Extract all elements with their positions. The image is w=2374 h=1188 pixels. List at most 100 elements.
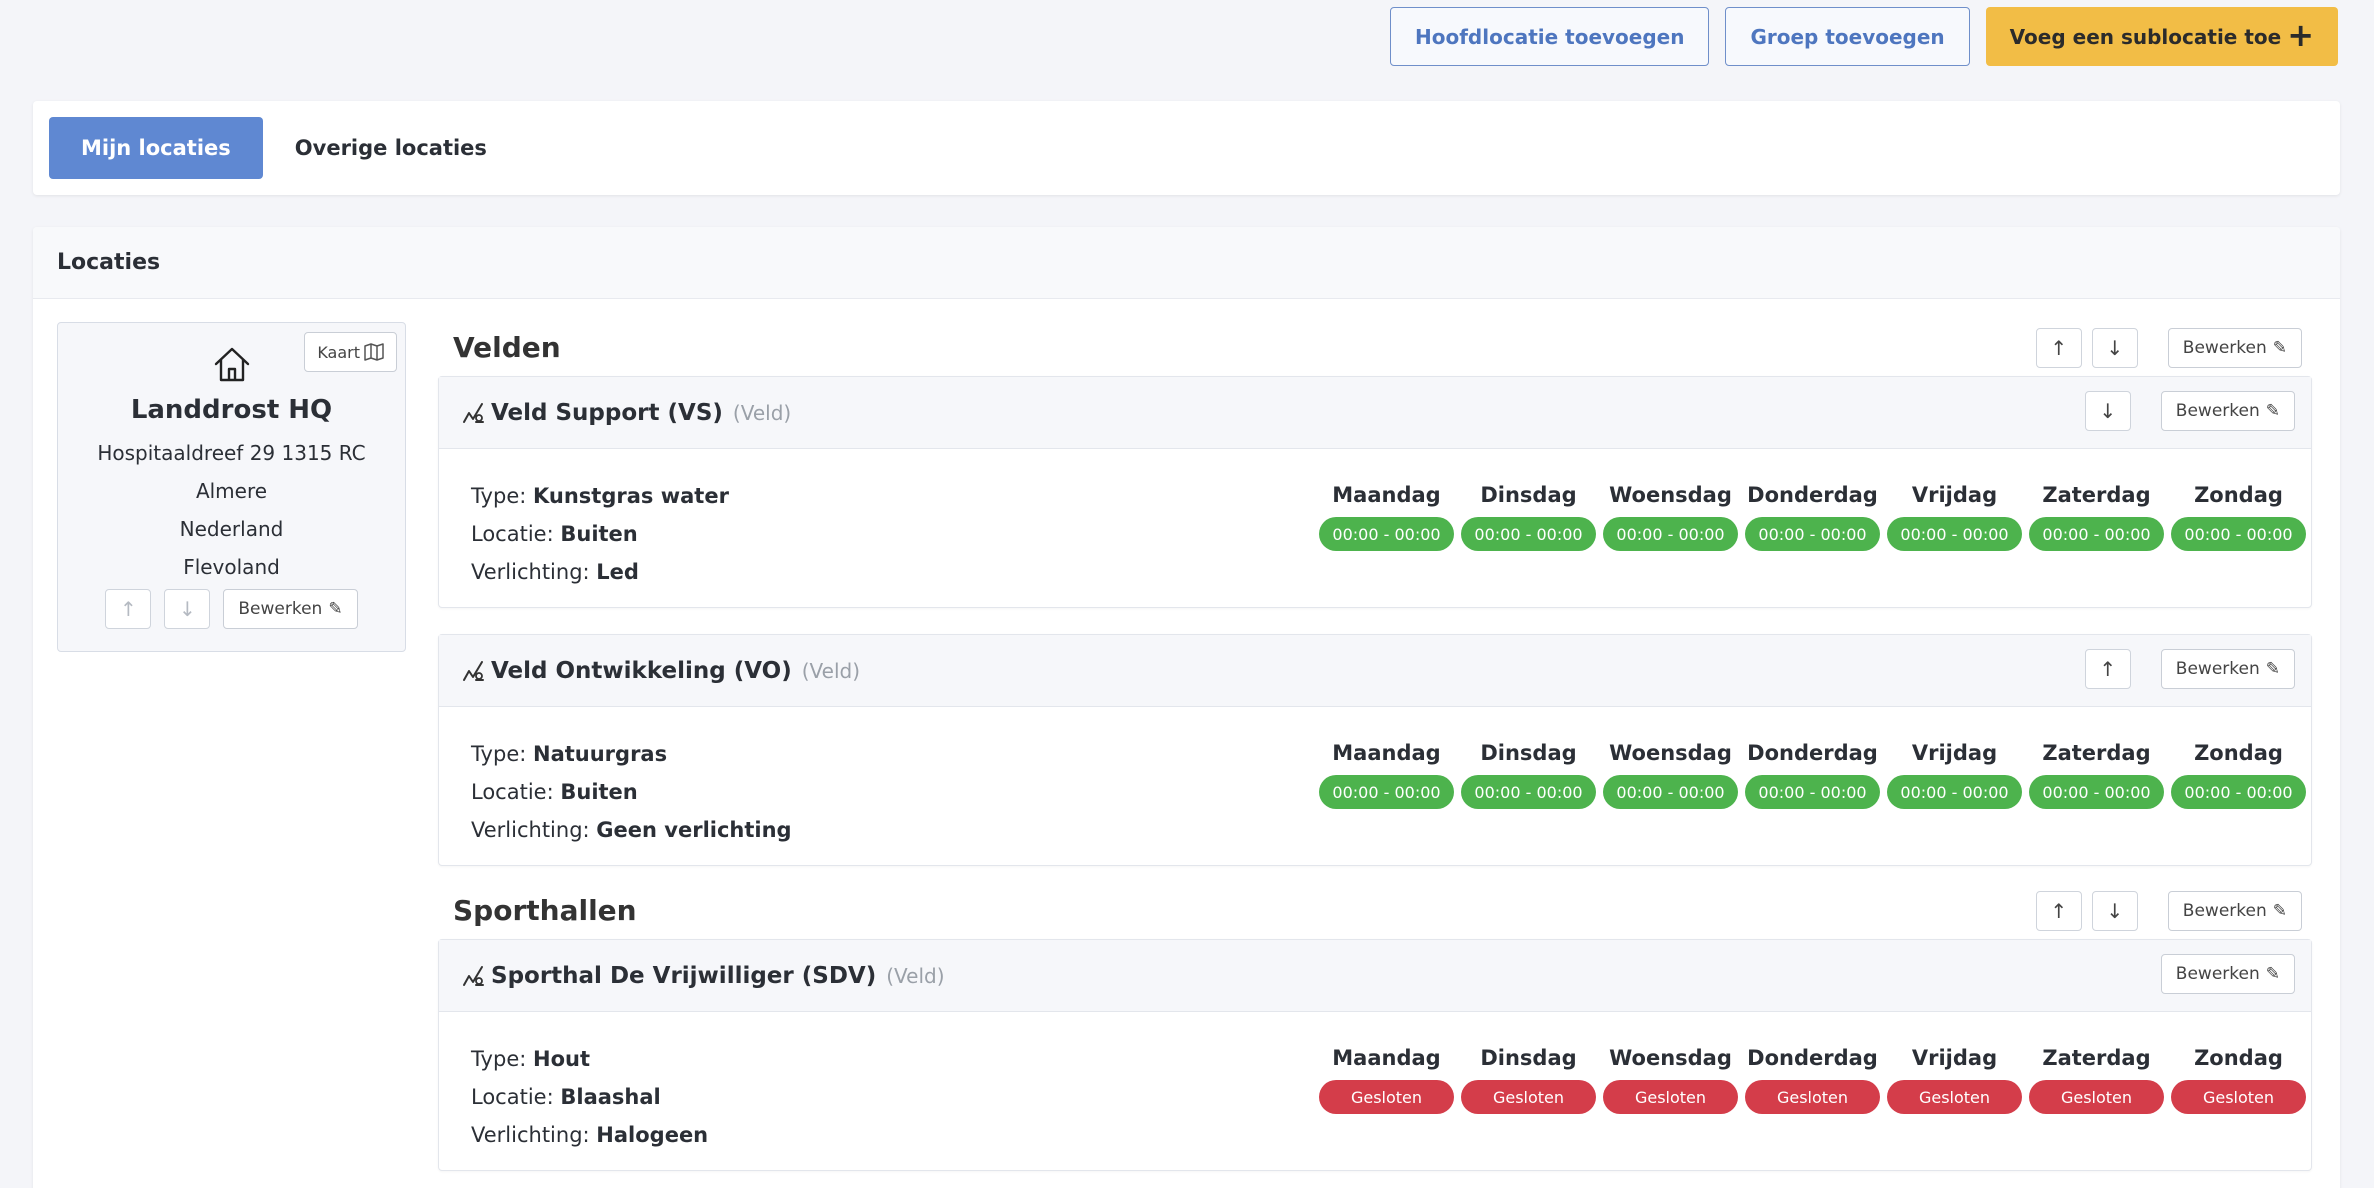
- sublocation-title: Sporthal De Vrijwilliger (SDV) (Veld): [461, 963, 945, 989]
- arrow-up-icon: ↑: [2099, 657, 2117, 681]
- type-label: Type:: [471, 1047, 527, 1071]
- type-label: Type:: [471, 484, 527, 508]
- sublocation-properties: Type: Natuurgras Locatie: Buiten Verlich…: [471, 735, 792, 849]
- day-column: Woensdag 00:00 - 00:00: [1603, 477, 1738, 551]
- edit-label: Bewerken: [2175, 401, 2260, 421]
- type-label: Type:: [471, 742, 527, 766]
- property-location: Locatie: Buiten: [471, 515, 729, 553]
- sublocation-properties: Type: Kunstgras water Locatie: Buiten Ve…: [471, 477, 729, 591]
- sublocation-title: Veld Support (VS) (Veld): [461, 400, 791, 426]
- tab-my-locations[interactable]: Mijn locaties: [49, 117, 263, 179]
- tab-other-locations[interactable]: Overige locaties: [263, 117, 519, 179]
- location-name: Landdrost HQ: [130, 395, 333, 425]
- group-title-sporthallen: Sporthallen: [453, 894, 637, 927]
- day-column: Maandag 00:00 - 00:00: [1319, 735, 1454, 809]
- sublocation-kind: (Veld): [886, 963, 945, 988]
- day-name: Maandag: [1332, 741, 1441, 765]
- closed-pill: Gesloten: [1745, 1080, 1880, 1114]
- arrow-up-icon: ↑: [120, 597, 137, 621]
- location-actions: ↑ ↓ Bewerken ✎: [58, 589, 405, 629]
- sublocation-actions: Bewerken ✎: [2160, 954, 2295, 994]
- group-move-down-button[interactable]: ↓: [2091, 328, 2138, 368]
- move-down-button[interactable]: ↓: [164, 589, 211, 629]
- day-column: Zaterdag Gesloten: [2029, 1040, 2164, 1114]
- sublocation-card: Sporthal De Vrijwilliger (SDV) (Veld) Be…: [438, 939, 2312, 1171]
- day-name: Vrijdag: [1911, 483, 1998, 507]
- property-type: Type: Hout: [471, 1040, 708, 1078]
- hours-pill: 00:00 - 00:00: [2029, 775, 2164, 809]
- add-group-button[interactable]: Groep toevoegen: [1725, 7, 1970, 66]
- location-label: Locatie:: [471, 522, 554, 546]
- day-column: Dinsdag 00:00 - 00:00: [1461, 735, 1596, 809]
- home-icon: [212, 345, 252, 385]
- hours-pill: 00:00 - 00:00: [1603, 517, 1738, 551]
- lighting-value: Led: [596, 560, 639, 584]
- day-name: Vrijdag: [1911, 1046, 1998, 1070]
- type-value: Kunstgras water: [533, 484, 729, 508]
- locations-panel: Locaties Kaart Landdrost HQ Hospitaaldre…: [33, 227, 2340, 1188]
- location-province: Flevoland: [183, 555, 280, 579]
- day-name: Maandag: [1332, 1046, 1441, 1070]
- edit-sublocation-button[interactable]: Bewerken ✎: [2160, 649, 2295, 689]
- sublocation-kind: (Veld): [732, 400, 792, 425]
- location-value: Blaashal: [560, 1085, 661, 1109]
- sublocation-icon: [461, 963, 487, 989]
- arrow-up-icon: ↑: [2050, 899, 2068, 923]
- arrow-up-icon: ↑: [2050, 336, 2068, 360]
- day-name: Woensdag: [1609, 1046, 1732, 1070]
- arrow-down-icon: ↓: [2106, 899, 2124, 923]
- location-card: Kaart Landdrost HQ Hospitaaldreef 29 131…: [57, 322, 406, 652]
- map-button[interactable]: Kaart: [304, 332, 397, 372]
- location-label: Locatie:: [471, 1085, 554, 1109]
- group-move-down-button[interactable]: ↓: [2091, 891, 2138, 931]
- day-name: Donderdag: [1747, 741, 1878, 765]
- arrow-down-icon: ↓: [179, 597, 196, 621]
- day-name: Zondag: [2194, 1046, 2283, 1070]
- edit-label: Bewerken: [2175, 964, 2260, 984]
- hours-pill: 00:00 - 00:00: [1887, 775, 2022, 809]
- day-column: Zondag Gesloten: [2171, 1040, 2306, 1114]
- edit-sublocation-button[interactable]: Bewerken ✎: [2160, 954, 2295, 994]
- location-tabs: Mijn locaties Overige locaties: [33, 101, 2340, 195]
- day-column: Dinsdag Gesloten: [1461, 1040, 1596, 1114]
- sublocation-name: Sporthal De Vrijwilliger (SDV): [491, 962, 877, 989]
- sublocation-icon: [461, 400, 487, 426]
- hours-pill: 00:00 - 00:00: [1319, 775, 1454, 809]
- edit-sublocation-button[interactable]: Bewerken ✎: [2160, 391, 2295, 431]
- top-action-bar: Hoofdlocatie toevoegen Groep toevoegen V…: [1390, 7, 2338, 66]
- edit-group-button[interactable]: Bewerken ✎: [2167, 891, 2302, 931]
- edit-group-button[interactable]: Bewerken ✎: [2167, 328, 2302, 368]
- move-up-button[interactable]: ↑: [2084, 649, 2131, 689]
- sublocation-header: Sporthal De Vrijwilliger (SDV) (Veld) Be…: [439, 940, 2311, 1012]
- pencil-icon: ✎: [328, 599, 343, 619]
- closed-pill: Gesloten: [2171, 1080, 2306, 1114]
- group-move-up-button[interactable]: ↑: [2035, 891, 2082, 931]
- day-name: Zondag: [2194, 741, 2283, 765]
- sublocation-header: Veld Ontwikkeling (VO) (Veld) ↑ Bewerken…: [439, 635, 2311, 707]
- lighting-label: Verlichting:: [471, 1123, 590, 1147]
- move-down-button[interactable]: ↓: [2084, 391, 2131, 431]
- day-name: Woensdag: [1609, 483, 1732, 507]
- day-column: Zaterdag 00:00 - 00:00: [2029, 735, 2164, 809]
- group-actions-sporthallen: ↑ ↓ Bewerken ✎: [2035, 891, 2302, 931]
- day-name: Donderdag: [1747, 1046, 1878, 1070]
- plus-icon: +: [2287, 15, 2314, 54]
- add-main-location-button[interactable]: Hoofdlocatie toevoegen: [1390, 7, 1710, 66]
- move-up-button[interactable]: ↑: [105, 589, 152, 629]
- day-column: Donderdag 00:00 - 00:00: [1745, 477, 1880, 551]
- edit-location-button[interactable]: Bewerken ✎: [223, 589, 358, 629]
- day-name: Donderdag: [1747, 483, 1878, 507]
- add-sublocation-button[interactable]: Voeg een sublocatie toe +: [1985, 7, 2338, 66]
- day-column: Woensdag 00:00 - 00:00: [1603, 735, 1738, 809]
- day-name: Dinsdag: [1480, 1046, 1577, 1070]
- hours-pill: 00:00 - 00:00: [1887, 517, 2022, 551]
- group-move-up-button[interactable]: ↑: [2035, 328, 2082, 368]
- day-column: Maandag Gesloten: [1319, 1040, 1454, 1114]
- location-value: Buiten: [560, 780, 638, 804]
- edit-label: Bewerken: [238, 599, 323, 619]
- hours-pill: 00:00 - 00:00: [1603, 775, 1738, 809]
- hours-pill: 00:00 - 00:00: [2171, 775, 2306, 809]
- arrow-down-icon: ↓: [2099, 399, 2117, 423]
- day-column: Vrijdag 00:00 - 00:00: [1887, 477, 2022, 551]
- panel-title: Locaties: [33, 227, 2340, 299]
